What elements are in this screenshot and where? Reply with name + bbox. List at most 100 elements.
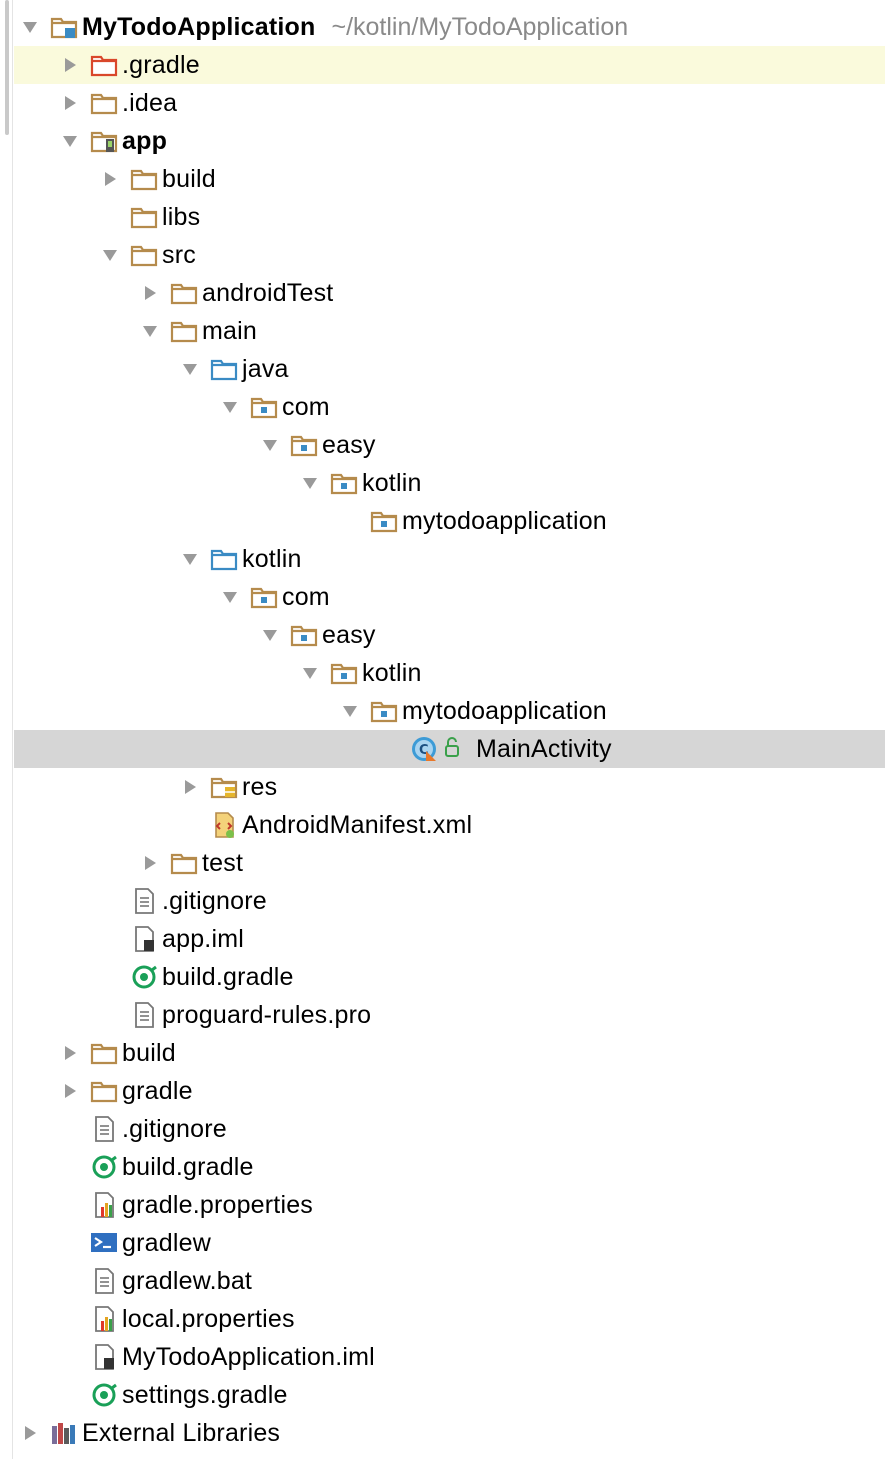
tree-row[interactable]: com: [0, 388, 885, 426]
package-icon: [330, 470, 358, 496]
folder-icon: [90, 1040, 118, 1066]
tree-row[interactable]: kotlin: [0, 540, 885, 578]
tree-row[interactable]: easy: [0, 616, 885, 654]
tree-row[interactable]: res: [0, 768, 885, 806]
package-icon: [250, 394, 278, 420]
project-folder-icon: [50, 14, 78, 40]
tree-row[interactable]: External Libraries: [0, 1414, 885, 1452]
tree-row[interactable]: test: [0, 844, 885, 882]
tree-row[interactable]: app: [0, 122, 885, 160]
source-folder-icon: [210, 356, 238, 382]
package-icon: [250, 584, 278, 610]
tree-row[interactable]: build: [0, 160, 885, 198]
tree-item-label: test: [202, 849, 244, 877]
tree-row[interactable]: gradlew: [0, 1224, 885, 1262]
tree-row[interactable]: build.gradle: [0, 958, 885, 996]
tree-row[interactable]: MyTodoApplication.iml: [0, 1338, 885, 1376]
tree-row[interactable]: settings.gradle: [0, 1376, 885, 1414]
tree-row[interactable]: MyTodoApplication ~/kotlin/MyTodoApplicat…: [0, 8, 885, 46]
expand-arrow-icon[interactable]: [140, 283, 160, 303]
folder-icon: [90, 90, 118, 116]
expand-arrow-icon[interactable]: [100, 169, 120, 189]
collapse-arrow-icon[interactable]: [340, 701, 360, 721]
tree-row[interactable]: gradlew.bat: [0, 1262, 885, 1300]
tree-row[interactable]: src: [0, 236, 885, 274]
tree-row[interactable]: java: [0, 350, 885, 388]
collapse-arrow-icon[interactable]: [260, 625, 280, 645]
tree-item-label: easy: [322, 621, 376, 649]
collapse-arrow-icon[interactable]: [20, 17, 40, 37]
tree-item-label: proguard-rules.pro: [162, 1001, 372, 1029]
tree-row[interactable]: gradle: [0, 1072, 885, 1110]
tree-row[interactable]: app.iml: [0, 920, 885, 958]
tree-row[interactable]: AndroidManifest.xml: [0, 806, 885, 844]
tree-row[interactable]: main: [0, 312, 885, 350]
tree-item-label: AndroidManifest.xml: [242, 811, 473, 839]
expand-arrow-icon[interactable]: [140, 853, 160, 873]
expand-arrow-icon[interactable]: [60, 93, 80, 113]
tree-item-label: libs: [162, 203, 201, 231]
package-icon: [370, 698, 398, 724]
collapse-arrow-icon[interactable]: [260, 435, 280, 455]
tree-row[interactable]: gradle.properties: [0, 1186, 885, 1224]
properties-file-icon: [90, 1306, 118, 1332]
tree-item-label: build: [122, 1039, 176, 1067]
collapse-arrow-icon[interactable]: [220, 397, 240, 417]
collapse-arrow-icon[interactable]: [180, 549, 200, 569]
libraries-icon: [50, 1420, 78, 1446]
expand-arrow-icon[interactable]: [60, 1081, 80, 1101]
tree-item-label: .gitignore: [162, 887, 267, 915]
tree-item-label: MainActivity: [476, 735, 612, 763]
tree-item-label: androidTest: [202, 279, 334, 307]
tree-row[interactable]: mytodoapplication: [0, 502, 885, 540]
gradle-file-icon: [90, 1382, 118, 1408]
collapse-arrow-icon[interactable]: [180, 359, 200, 379]
iml-file-icon: [90, 1344, 118, 1370]
tree-item-label: MyTodoApplication.iml: [122, 1343, 375, 1371]
folder-icon: [170, 318, 198, 344]
tree-item-label: com: [282, 583, 330, 611]
expand-arrow-icon[interactable]: [60, 1043, 80, 1063]
collapse-arrow-icon[interactable]: [60, 131, 80, 151]
tree-row[interactable]: build.gradle: [0, 1148, 885, 1186]
excluded-folder-icon: [90, 52, 118, 78]
tree-row[interactable]: proguard-rules.pro: [0, 996, 885, 1034]
tree-row[interactable]: local.properties: [0, 1300, 885, 1338]
tree-item-label: java: [242, 355, 289, 383]
tree-item-label: External Libraries: [82, 1419, 281, 1447]
collapse-arrow-icon[interactable]: [220, 587, 240, 607]
tree-item-label: app.iml: [162, 925, 244, 953]
iml-file-icon: [130, 926, 158, 952]
tree-row[interactable]: .idea: [0, 84, 885, 122]
tree-row[interactable]: kotlin: [0, 654, 885, 692]
tree-row[interactable]: kotlin: [0, 464, 885, 502]
collapse-arrow-icon[interactable]: [140, 321, 160, 341]
folder-icon: [170, 850, 198, 876]
tree-row[interactable]: C MainActivity: [14, 730, 885, 768]
tree-item-label: easy: [322, 431, 376, 459]
tree-item-label: kotlin: [362, 659, 422, 687]
tree-row[interactable]: .gitignore: [0, 882, 885, 920]
expand-arrow-icon[interactable]: [60, 55, 80, 75]
tree-row[interactable]: .gitignore: [0, 1110, 885, 1148]
tree-row[interactable]: mytodoapplication: [0, 692, 885, 730]
collapse-arrow-icon[interactable]: [300, 473, 320, 493]
expand-arrow-icon[interactable]: [20, 1423, 40, 1443]
tree-row[interactable]: build: [0, 1034, 885, 1072]
project-tree: MyTodoApplication ~/kotlin/MyTodoApplicat…: [0, 8, 885, 1452]
tree-row[interactable]: androidTest: [0, 274, 885, 312]
tree-row[interactable]: com: [0, 578, 885, 616]
collapse-arrow-icon[interactable]: [100, 245, 120, 265]
text-file-icon: [130, 888, 158, 914]
tree-row[interactable]: .gradle: [14, 46, 885, 84]
expand-arrow-icon[interactable]: [180, 777, 200, 797]
collapse-arrow-icon[interactable]: [300, 663, 320, 683]
folder-icon: [90, 1078, 118, 1104]
tree-item-label: app: [122, 127, 168, 155]
tree-item-label: .gradle: [122, 51, 200, 79]
tree-item-label: gradlew: [122, 1229, 211, 1257]
tree-item-label: gradlew.bat: [122, 1267, 253, 1295]
kotlin-class-icon: C: [410, 736, 466, 762]
tree-row[interactable]: easy: [0, 426, 885, 464]
tree-row[interactable]: libs: [0, 198, 885, 236]
